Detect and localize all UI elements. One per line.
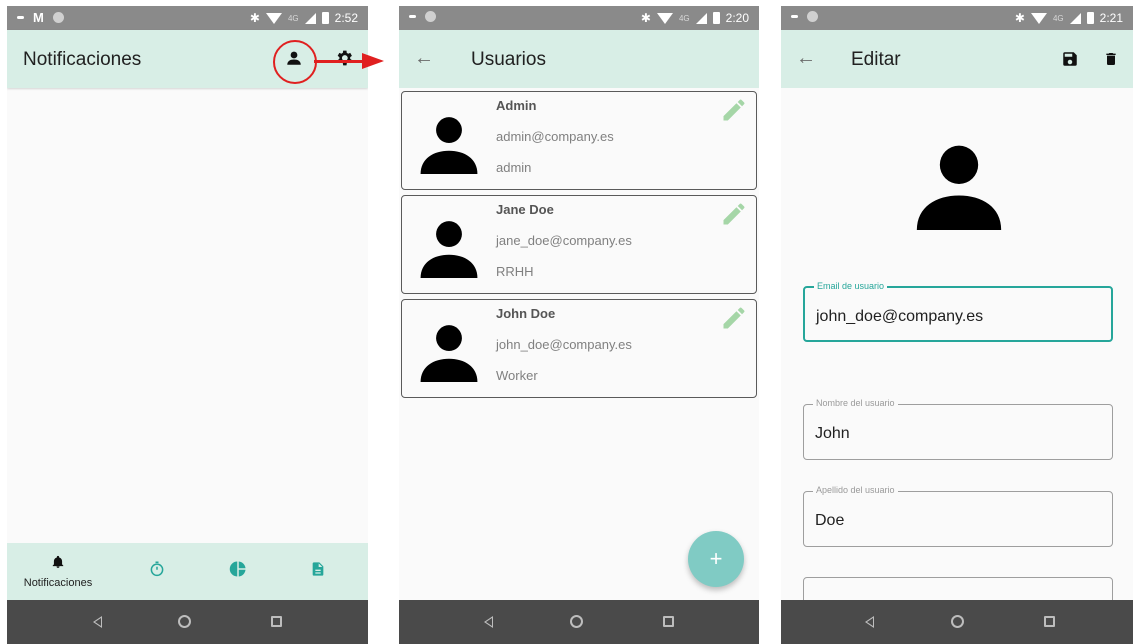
- right-arrow-icon: [314, 60, 368, 63]
- user-card[interactable]: John Doe john_doe@company.es Worker: [401, 299, 757, 398]
- system-back-icon[interactable]: [93, 616, 102, 628]
- user-email: admin@company.es: [496, 129, 614, 144]
- page-title: Usuarios: [471, 49, 546, 70]
- bluetooth-icon: ✱: [640, 11, 651, 25]
- network-type-icon: 4G: [287, 13, 299, 23]
- status-time: 2:20: [725, 11, 749, 25]
- wifi-icon: [656, 12, 673, 24]
- screen-editar: ✱ 4G 2:21 ← Editar Email de usuario john…: [781, 6, 1133, 644]
- signal-icon: [304, 12, 316, 24]
- app-bar: ← Usuarios: [399, 30, 759, 88]
- system-home-icon[interactable]: [178, 615, 191, 628]
- wifi-icon: [1030, 12, 1047, 24]
- system-home-icon[interactable]: [951, 615, 964, 628]
- avatar-icon: [418, 320, 480, 387]
- battery-icon: [1086, 12, 1094, 24]
- user-card[interactable]: Admin admin@company.es admin: [401, 91, 757, 190]
- first-name-field-value: John: [815, 425, 850, 442]
- page-title: Notificaciones: [23, 49, 142, 70]
- pie-chart-icon: [229, 560, 247, 583]
- battery-icon: [712, 12, 720, 24]
- bell-icon: [51, 554, 65, 575]
- user-role: RRHH: [496, 264, 534, 279]
- system-back-icon[interactable]: [865, 616, 874, 628]
- status-bar: M ✱ 4G 2:52: [7, 6, 368, 30]
- gmail-icon: M: [33, 10, 44, 25]
- user-email: john_doe@company.es: [496, 337, 632, 352]
- user-name: Admin: [496, 98, 537, 113]
- network-type-icon: 4G: [1052, 13, 1064, 23]
- avatar-icon: [418, 112, 480, 179]
- nav-item-notificaciones[interactable]: Notificaciones: [13, 543, 103, 600]
- system-navigation-bar: [7, 600, 368, 644]
- user-card[interactable]: Jane Doe jane_doe@company.es RRHH: [401, 195, 757, 294]
- bottom-navigation: Notificaciones: [7, 543, 368, 600]
- pencil-icon[interactable]: [720, 200, 748, 233]
- user-role: admin: [496, 160, 532, 175]
- bluetooth-icon: ✱: [1014, 11, 1025, 25]
- first-name-field[interactable]: Nombre del usuario John: [803, 398, 1113, 460]
- system-recents-icon[interactable]: [271, 616, 282, 627]
- user-email: jane_doe@company.es: [496, 233, 632, 248]
- network-type-icon: 4G: [678, 13, 690, 23]
- email-field-label: Email de usuario: [814, 281, 888, 291]
- bluetooth-icon: ✱: [249, 11, 260, 25]
- nav-item-documents[interactable]: [303, 543, 333, 600]
- back-arrow-icon[interactable]: ←: [796, 47, 816, 70]
- screen-notificaciones: M ✱ 4G 2:52 Notificaciones Notificacione…: [7, 6, 368, 644]
- back-arrow-icon[interactable]: ←: [414, 47, 434, 70]
- user-name: John Doe: [496, 306, 556, 321]
- highlight-circle: [273, 40, 317, 84]
- email-field-value: john_doe@company.es: [816, 308, 984, 325]
- document-icon: [310, 560, 326, 583]
- app-notification-icon: [425, 11, 436, 22]
- right-arrow-head-icon: [362, 53, 384, 69]
- signal-icon: [1069, 12, 1081, 24]
- status-time: 2:21: [1099, 11, 1123, 25]
- user-name: Jane Doe: [496, 202, 554, 217]
- page-title: Editar: [851, 49, 901, 70]
- nav-item-timer[interactable]: [142, 543, 172, 600]
- save-icon[interactable]: [1061, 50, 1079, 73]
- wifi-icon: [265, 12, 282, 24]
- app-notification-icon: [52, 12, 64, 23]
- system-recents-icon[interactable]: [663, 616, 674, 627]
- notification-dot-icon: [791, 15, 798, 18]
- user-role: Worker: [496, 368, 538, 383]
- first-name-field-label: Nombre del usuario: [813, 398, 898, 408]
- notification-dot-icon: [17, 16, 24, 19]
- system-navigation-bar: [781, 600, 1133, 644]
- nav-item-charts[interactable]: [223, 543, 253, 600]
- system-recents-icon[interactable]: [1044, 616, 1055, 627]
- pencil-icon[interactable]: [720, 304, 748, 337]
- system-back-icon[interactable]: [484, 616, 493, 628]
- timer-icon: [148, 560, 166, 583]
- last-name-field-label: Apellido del usuario: [813, 485, 898, 495]
- system-navigation-bar: [399, 600, 759, 644]
- app-bar: ← Editar: [781, 30, 1133, 88]
- last-name-field[interactable]: Apellido del usuario Doe: [803, 485, 1113, 547]
- signal-icon: [695, 12, 707, 24]
- email-field[interactable]: Email de usuario john_doe@company.es: [803, 281, 1113, 342]
- last-name-field-value: Doe: [815, 512, 845, 529]
- trash-icon[interactable]: [1103, 49, 1119, 74]
- status-time: 2:52: [334, 11, 358, 25]
- notification-dot-icon: [409, 15, 416, 18]
- avatar-icon: [418, 216, 480, 283]
- status-bar: ✱ 4G 2:20: [399, 6, 759, 30]
- system-home-icon[interactable]: [570, 615, 583, 628]
- battery-icon: [321, 12, 329, 24]
- large-avatar-icon: [913, 138, 1005, 235]
- screen-usuarios: ✱ 4G 2:20 ← Usuarios Admin admin@company…: [399, 6, 759, 644]
- pencil-icon[interactable]: [720, 96, 748, 129]
- app-notification-icon: [807, 11, 818, 22]
- nav-label-notificaciones: Notificaciones: [23, 577, 93, 589]
- status-bar: ✱ 4G 2:21: [781, 6, 1133, 30]
- add-user-button[interactable]: +: [688, 531, 744, 587]
